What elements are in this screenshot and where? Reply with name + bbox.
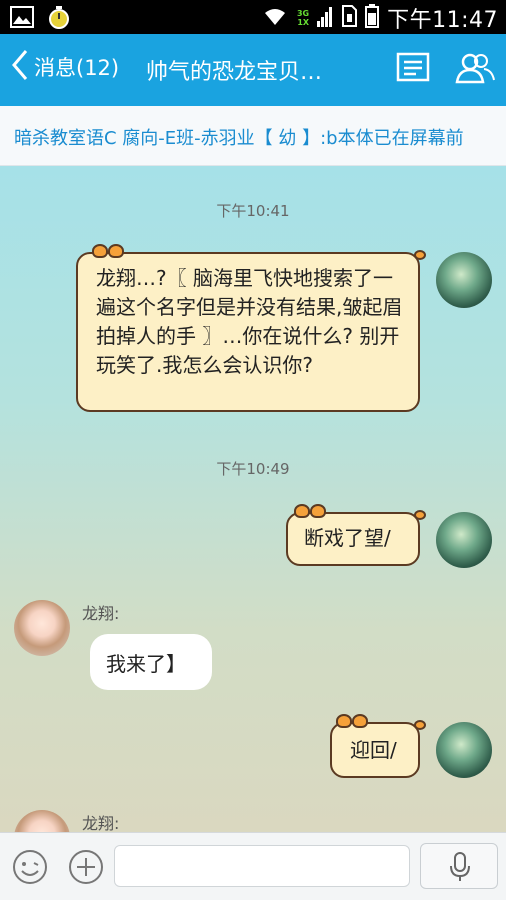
chat-area[interactable]: 下午10:41 龙翔…?〖 脑海里飞快地搜索了一遍这个名字但是并没有结果,皱起眉… (0, 166, 506, 832)
voice-button[interactable] (420, 843, 498, 889)
chat-files-icon[interactable] (396, 52, 430, 86)
page-title: 帅气的恐龙宝贝… (146, 60, 323, 85)
avatar[interactable] (436, 252, 492, 308)
sender-name: 龙翔: (82, 604, 120, 623)
avatar[interactable] (14, 600, 70, 656)
gallery-icon (10, 6, 34, 32)
message-text: 迎回/ (350, 738, 397, 762)
avatar[interactable] (436, 512, 492, 568)
back-button[interactable]: 消息(12) (10, 48, 119, 86)
timestamp: 下午10:41 (216, 202, 290, 220)
cat-tail (414, 250, 426, 260)
avatar[interactable] (14, 810, 70, 832)
sim-icon (341, 5, 358, 31)
cat-ear-left (336, 714, 352, 728)
message-input[interactable] (114, 845, 410, 887)
cat-ear-left (92, 244, 108, 258)
avatar[interactable] (436, 722, 492, 778)
chat-header: 消息(12) 帅气的恐龙宝贝… (0, 34, 506, 106)
message-bubble-sent[interactable]: 迎回/ (330, 714, 426, 778)
notice-text: 暗杀教室语C 腐向-E班-赤羽业【 幼 】:b本体已在屏幕前 (14, 128, 464, 149)
cat-tail (414, 510, 426, 520)
back-label: 消息(12) (34, 56, 120, 80)
group-notice-bar[interactable]: 暗杀教室语C 腐向-E班-赤羽业【 幼 】:b本体已在屏幕前 (0, 106, 506, 166)
stopwatch-icon (48, 5, 70, 33)
status-time: 下午11:47 (387, 8, 498, 33)
timestamp: 下午10:49 (216, 460, 290, 478)
input-bar (0, 832, 506, 900)
group-members-icon[interactable] (454, 52, 496, 88)
plus-icon[interactable] (68, 849, 104, 889)
chevron-left-icon (10, 48, 30, 86)
battery-icon (365, 4, 380, 32)
cat-ear-right (352, 714, 368, 728)
emoji-icon[interactable] (12, 849, 48, 889)
message-bubble-sent[interactable]: 断戏了望/ (286, 504, 426, 566)
status-bar: 3G 1X 下午11:47 (0, 0, 506, 34)
message-text: 我来了】 (106, 652, 186, 676)
message-bubble-sent[interactable]: 龙翔…?〖 脑海里飞快地搜索了一遍这个名字但是并没有结果,皱起眉拍掉人的手 〗…… (76, 244, 426, 412)
cat-ear-left (294, 504, 310, 518)
network-type: 3G 1X (296, 9, 310, 27)
sender-name: 龙翔: (82, 814, 120, 832)
signal-icon (317, 5, 333, 31)
wifi-icon (261, 5, 289, 31)
cat-ear-right (310, 504, 326, 518)
message-bubble-received[interactable]: 我来了】 (90, 634, 212, 690)
cat-ear-right (108, 244, 124, 258)
microphone-icon (449, 852, 471, 886)
message-text: 断戏了望/ (304, 526, 391, 550)
cat-tail (414, 720, 426, 730)
message-text: 龙翔…?〖 脑海里飞快地搜索了一遍这个名字但是并没有结果,皱起眉拍掉人的手 〗…… (96, 266, 403, 377)
